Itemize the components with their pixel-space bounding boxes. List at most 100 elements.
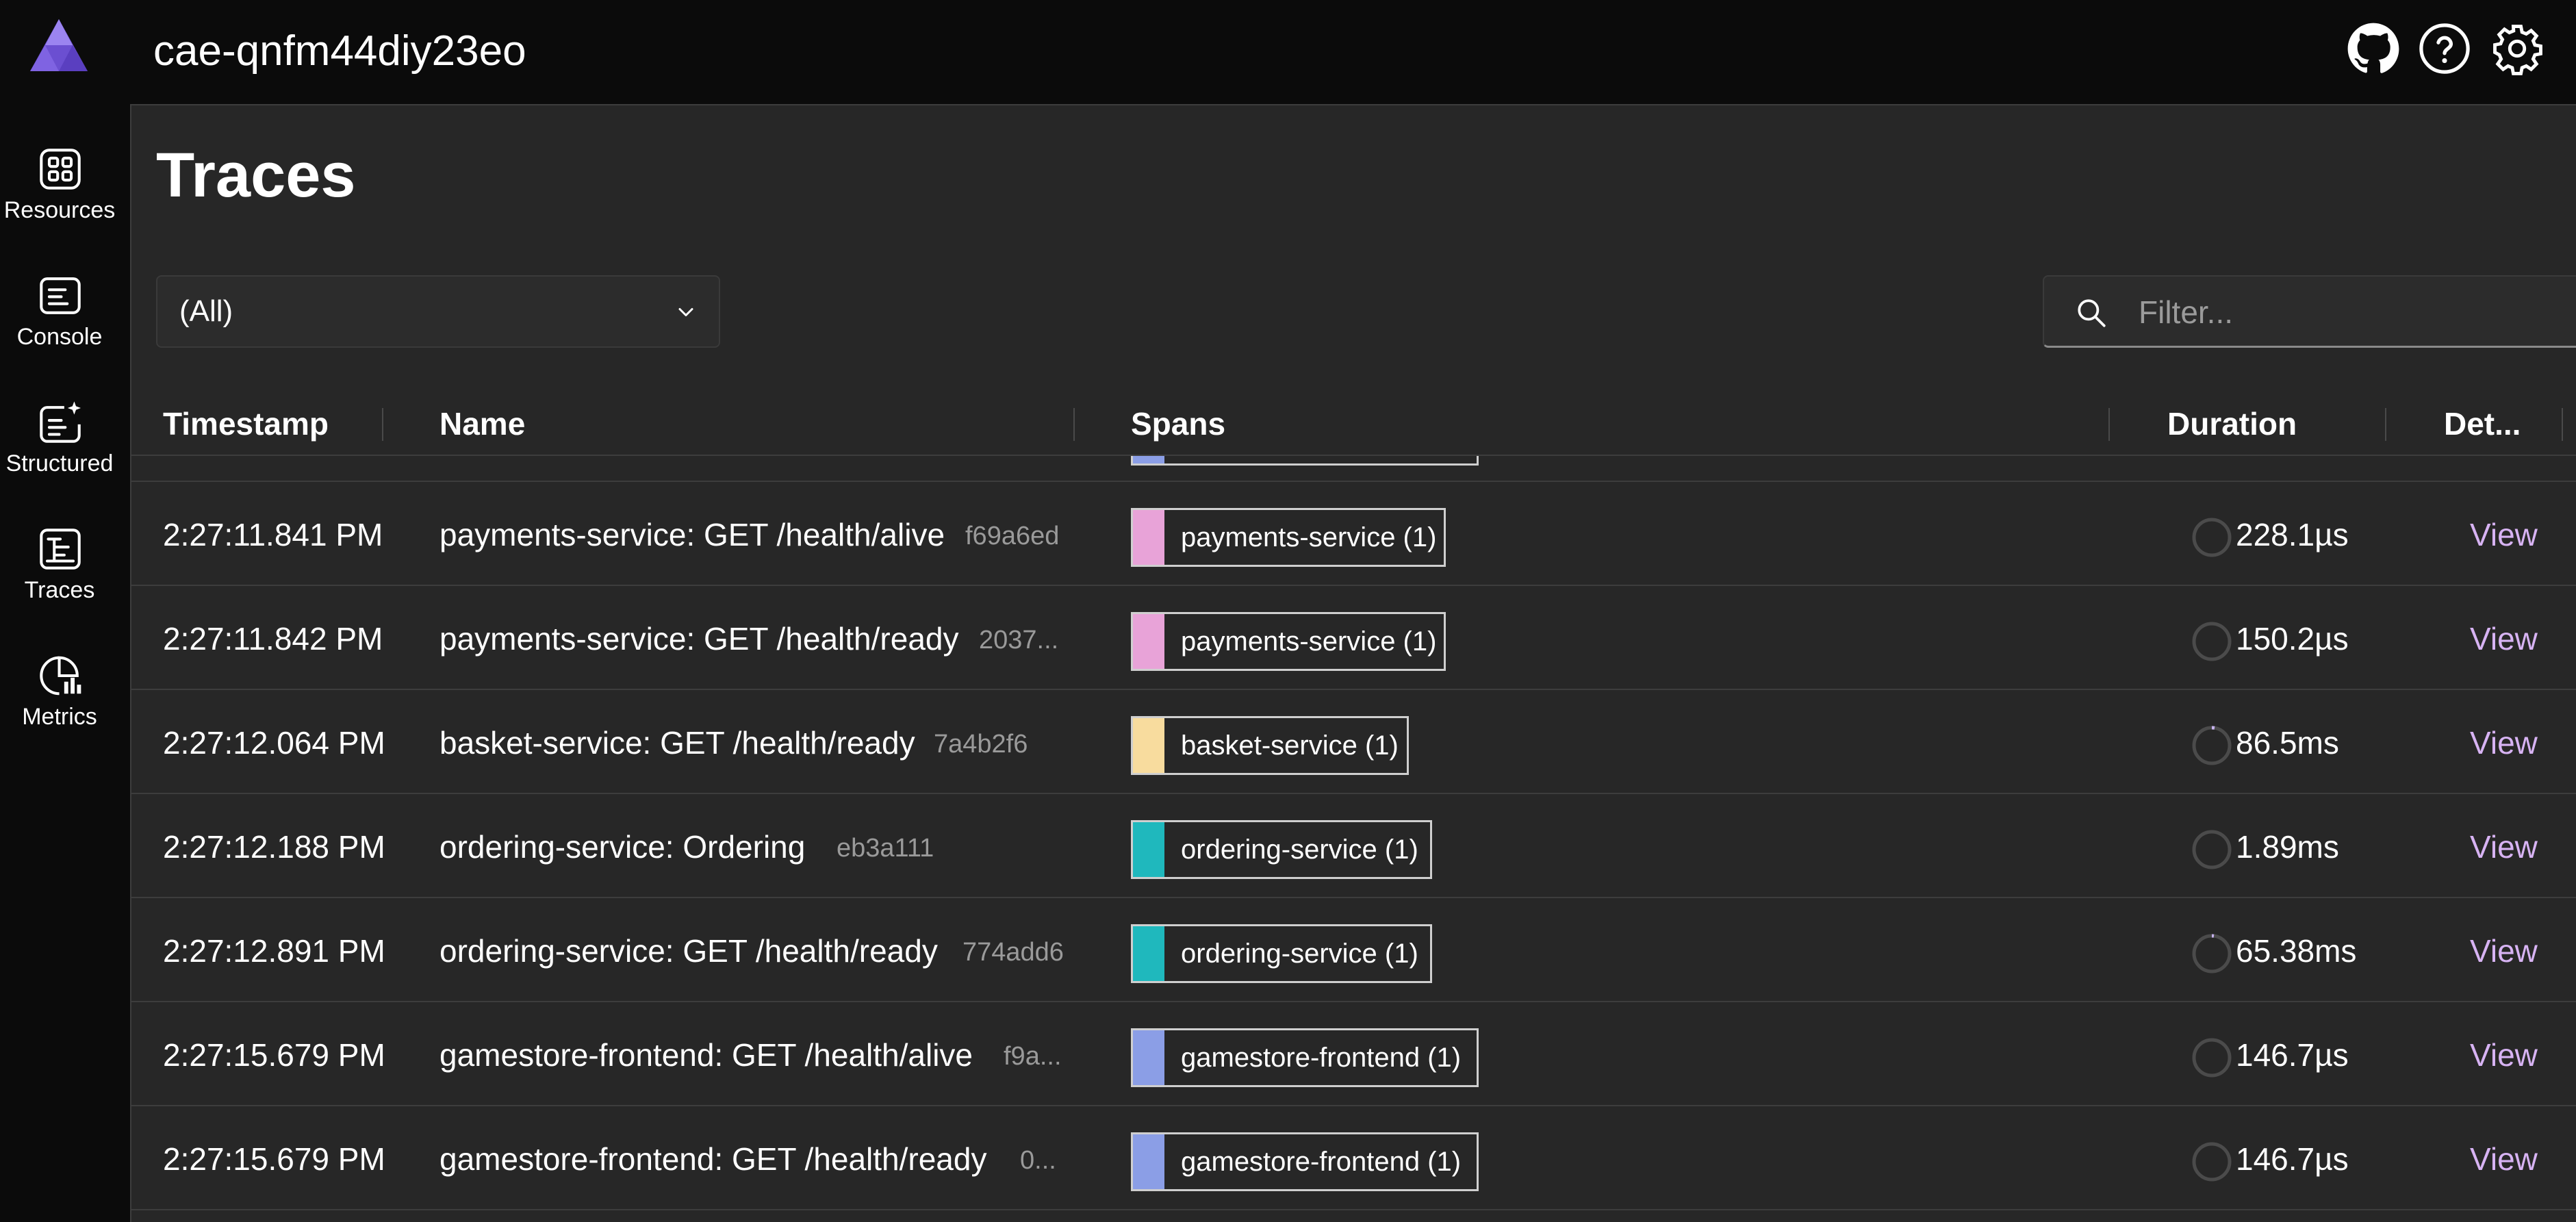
- nav-label-console: Console: [16, 324, 103, 350]
- table-row[interactable]: 2:27:12.064 PM basket-service: GET /heal…: [131, 690, 2576, 794]
- nav-item-structured[interactable]: Structured: [0, 374, 130, 490]
- span-color-swatch: [1133, 510, 1164, 565]
- row-timestamp: 2:27:12.064 PM: [163, 725, 385, 761]
- view-link[interactable]: View: [2470, 828, 2538, 865]
- span-label: gamestore-frontend (1): [1181, 1147, 1462, 1177]
- nav-label-metrics: Metrics: [22, 704, 97, 730]
- nav-item-traces[interactable]: Traces: [0, 500, 130, 617]
- search-icon: [2078, 299, 2106, 327]
- column-header-spans[interactable]: Spans: [1131, 393, 1225, 455]
- row-trace-id: eb3a111: [837, 834, 934, 863]
- filter-input[interactable]: [2137, 290, 2564, 334]
- span-pill[interactable]: gamestore-frontend (1): [1131, 1132, 1479, 1191]
- column-resize-handle[interactable]: [382, 408, 383, 441]
- view-link[interactable]: View: [2470, 516, 2538, 553]
- row-timestamp: 2:27:11.841 PM: [163, 517, 383, 552]
- main-panel: Traces (All) Timestamp Name Spans Durati…: [130, 104, 2576, 1222]
- span-label: gamestore-frontend (1): [1181, 1043, 1462, 1073]
- table-row[interactable]: 2:27:11.842 PM payments-service: GET /he…: [131, 586, 2576, 690]
- duration-progress-icon: [2192, 622, 2232, 661]
- settings-icon[interactable]: [2490, 22, 2544, 75]
- nav-item-metrics[interactable]: Metrics: [0, 627, 130, 743]
- span-label: ordering-service (1): [1181, 835, 1418, 865]
- column-header-details[interactable]: Det...: [2444, 393, 2521, 455]
- metrics-icon: [36, 652, 84, 700]
- span-pill[interactable]: basket-service (1): [1131, 716, 1409, 775]
- view-link[interactable]: View: [2470, 1141, 2538, 1178]
- column-resize-handle[interactable]: [2562, 408, 2563, 441]
- structured-logs-icon: [36, 398, 84, 446]
- span-color-swatch: [1133, 1030, 1164, 1085]
- duration-progress-icon: [2192, 934, 2232, 973]
- chevron-down-icon: [678, 308, 693, 316]
- span-label: payments-service (1): [1181, 626, 1437, 657]
- row-trace-id: 7a4b2f6: [934, 730, 1028, 759]
- row-name: gamestore-frontend: GET /health/alive: [439, 1037, 973, 1073]
- page-title: Traces: [156, 140, 356, 210]
- row-name: ordering-service: GET /health/ready: [439, 933, 938, 969]
- column-header-duration[interactable]: Duration: [2167, 393, 2297, 455]
- nav-item-resources[interactable]: Resources: [0, 120, 130, 237]
- traces-icon: [36, 525, 84, 573]
- row-duration: 1.89ms: [2236, 829, 2339, 865]
- table-row[interactable]: 2:27:12.891 PM ordering-service: GET /he…: [131, 898, 2576, 1002]
- view-link[interactable]: View: [2470, 1036, 2538, 1073]
- span-color-swatch: [1133, 456, 1164, 463]
- nav-label-structured: Structured: [5, 450, 114, 476]
- span-pill[interactable]: payments-service (1): [1131, 612, 1446, 671]
- row-timestamp: 2:27:15.679 PM: [163, 1037, 385, 1073]
- column-header-name[interactable]: Name: [439, 393, 525, 455]
- span-pill[interactable]: payments-service (1): [1131, 508, 1446, 567]
- view-link[interactable]: View: [2470, 724, 2538, 761]
- side-nav: Resources Console Structured Traces Metr…: [0, 104, 130, 1222]
- table-row[interactable]: 2:27:12.188 PM ordering-service: Orderin…: [131, 794, 2576, 898]
- view-link[interactable]: View: [2470, 620, 2538, 657]
- top-bar: cae-qnfm44diy23eo: [0, 0, 2576, 104]
- table-header: Timestamp Name Spans Duration Det...: [131, 393, 2576, 456]
- row-trace-id: 774add6: [962, 938, 1064, 967]
- column-resize-handle[interactable]: [1073, 408, 1075, 441]
- duration-progress-icon: [2192, 518, 2232, 557]
- span-color-swatch: [1133, 614, 1164, 669]
- table-row[interactable]: 2:27:11.841 PM payments-service: GET /he…: [131, 482, 2576, 586]
- resource-select-value: (All): [179, 294, 233, 328]
- span-pill[interactable]: ordering-service (1): [1131, 924, 1432, 983]
- span-label: ordering-service (1): [1181, 939, 1418, 969]
- row-name: basket-service: GET /health/ready: [439, 725, 915, 761]
- row-trace-id: f69a6ed: [965, 522, 1060, 550]
- column-header-timestamp[interactable]: Timestamp: [163, 393, 329, 455]
- nav-label-traces: Traces: [24, 577, 95, 603]
- span-pill[interactable]: gamestore-frontend (1): [1131, 1028, 1479, 1087]
- aspire-logo-icon[interactable]: [30, 19, 88, 71]
- span-pill-partial: [1131, 456, 1479, 466]
- column-resize-handle[interactable]: [2108, 408, 2110, 441]
- table-row[interactable]: 2:27:15.679 PM gamestore-frontend: GET /…: [131, 1002, 2576, 1106]
- duration-progress-icon: [2192, 830, 2232, 869]
- help-icon[interactable]: [2418, 22, 2471, 75]
- span-color-swatch: [1133, 926, 1164, 981]
- github-icon[interactable]: [2347, 22, 2400, 75]
- duration-progress-icon: [2192, 726, 2232, 765]
- app-title: cae-qnfm44diy23eo: [153, 27, 526, 75]
- row-name: ordering-service: Ordering: [439, 829, 806, 865]
- resources-grid-icon: [36, 145, 84, 193]
- row-name: payments-service: GET /health/alive: [439, 517, 945, 552]
- row-duration: 86.5ms: [2236, 725, 2339, 761]
- nav-item-console[interactable]: Console: [0, 247, 130, 364]
- duration-progress-icon: [2192, 1038, 2232, 1078]
- row-duration: 65.38ms: [2236, 933, 2357, 969]
- row-trace-id: f9a...: [1004, 1042, 1062, 1071]
- row-name: payments-service: GET /health/ready: [439, 621, 959, 657]
- resource-select[interactable]: (All): [156, 275, 720, 348]
- nav-label-resources: Resources: [3, 197, 116, 223]
- span-color-swatch: [1133, 822, 1164, 877]
- table-row-partial: [131, 456, 2576, 482]
- table-row[interactable]: 2:27:15.679 PM gamestore-frontend: GET /…: [131, 1106, 2576, 1210]
- row-duration: 146.7µs: [2236, 1037, 2349, 1073]
- filter-box[interactable]: [2043, 275, 2576, 348]
- row-timestamp: 2:27:12.891 PM: [163, 933, 385, 969]
- column-resize-handle[interactable]: [2385, 408, 2386, 441]
- view-link[interactable]: View: [2470, 932, 2538, 969]
- row-duration: 150.2µs: [2236, 621, 2349, 657]
- span-pill[interactable]: ordering-service (1): [1131, 820, 1432, 879]
